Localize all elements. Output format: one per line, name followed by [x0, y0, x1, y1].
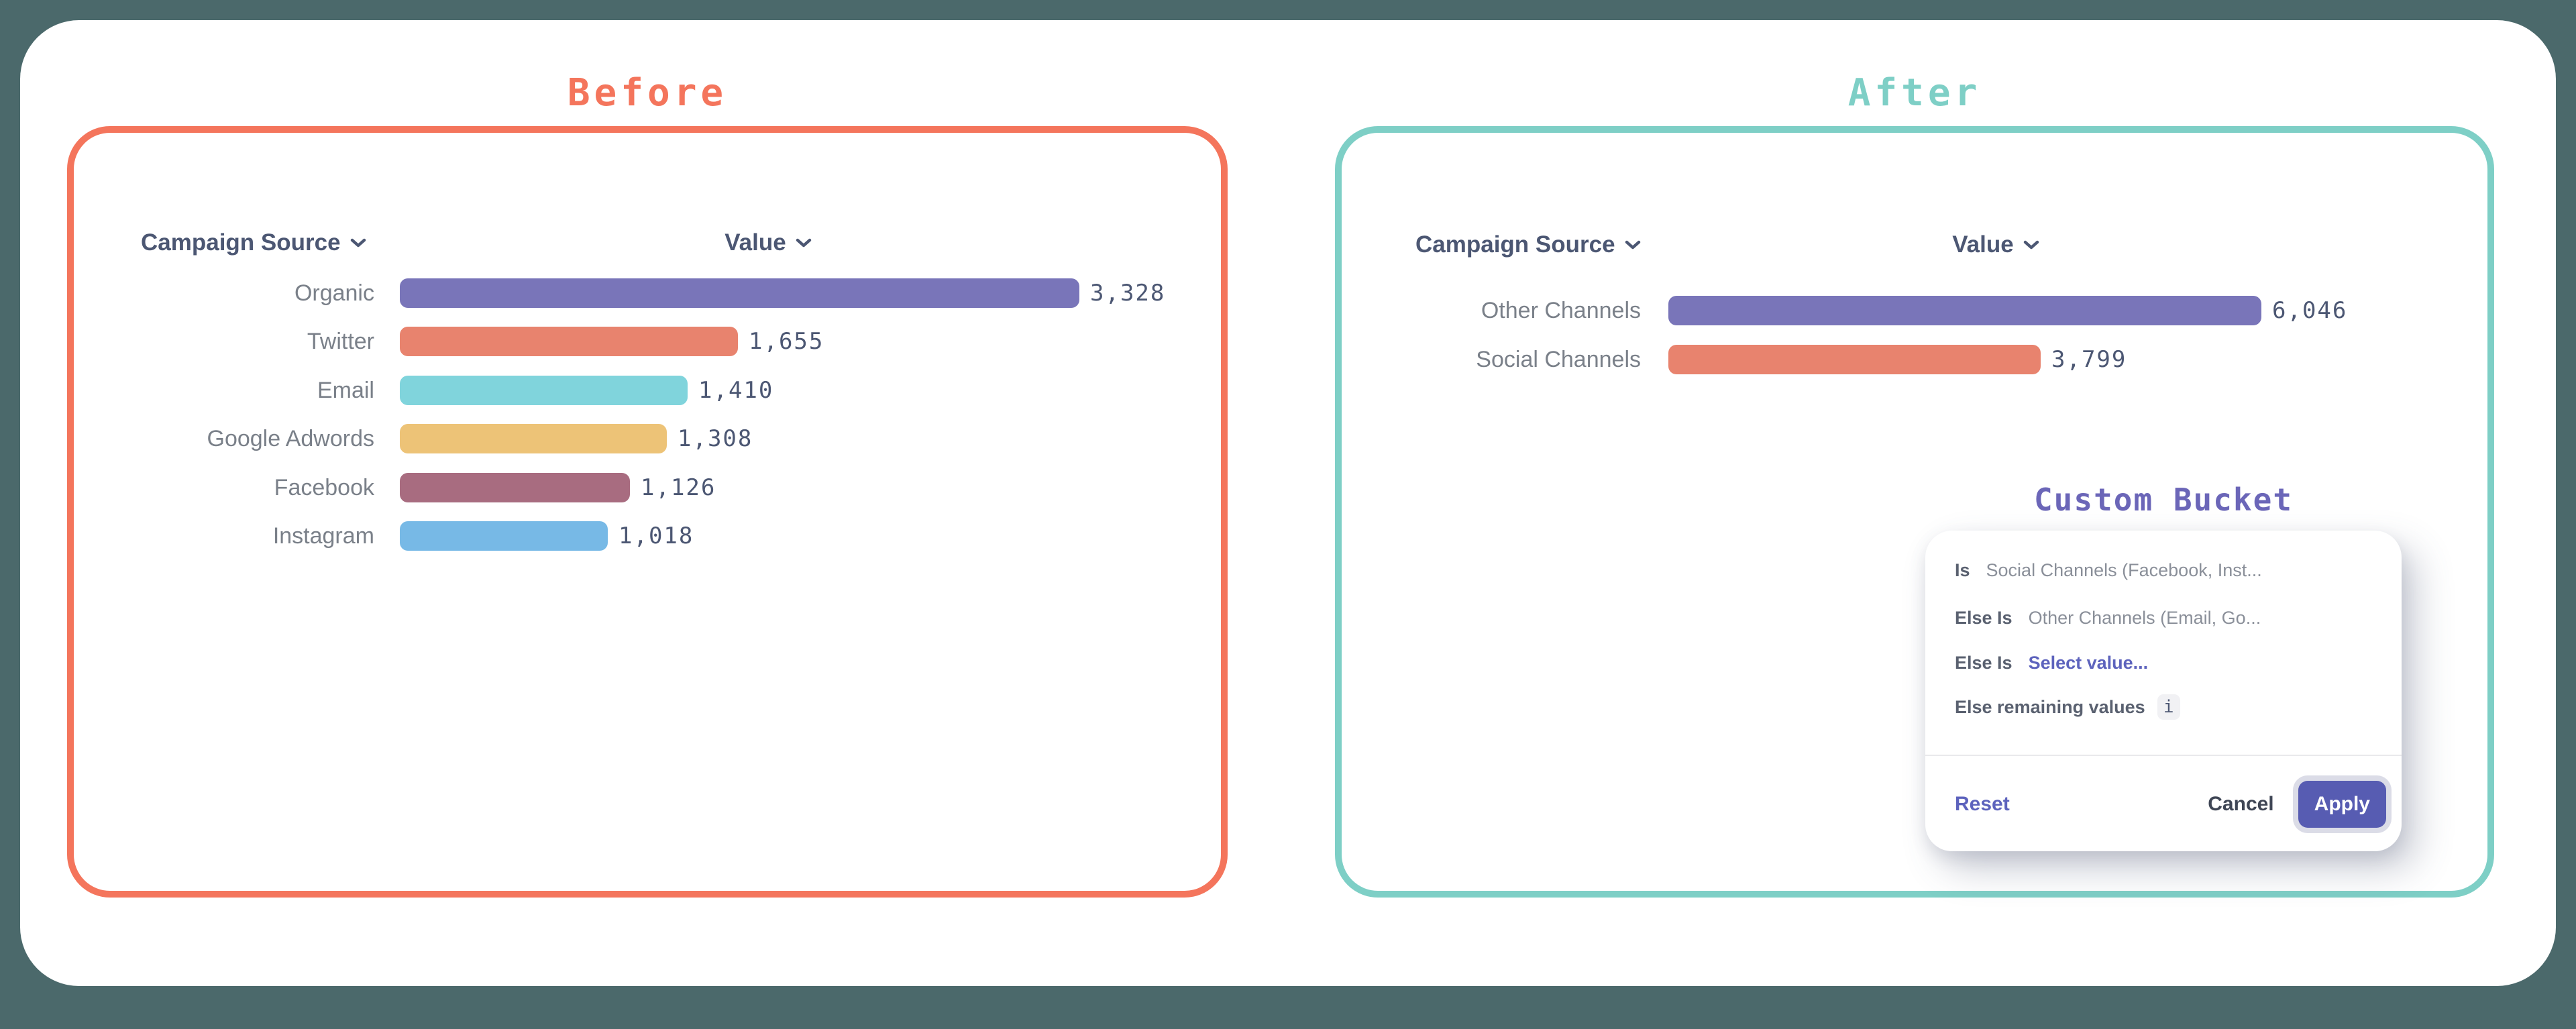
chevron-down-icon	[350, 237, 366, 248]
bar[interactable]	[400, 376, 688, 405]
bar[interactable]	[400, 327, 738, 356]
before-column-header-campaign-source-label: Campaign Source	[141, 227, 341, 259]
bucket-condition-row: Is Social Channels (Facebook, Inst...	[1955, 555, 2377, 585]
table-row: Social Channels 3,799	[1415, 344, 2127, 375]
condition-value[interactable]: Social Channels (Facebook, Inst...	[1986, 560, 2262, 581]
before-column-header-value[interactable]: Value	[691, 227, 845, 259]
apply-button[interactable]: Apply	[2298, 781, 2386, 828]
condition-keyword: Else Is	[1955, 653, 2012, 673]
chevron-down-icon	[1625, 239, 1641, 250]
row-label: Email	[134, 378, 374, 404]
bar[interactable]	[400, 424, 667, 453]
row-label: Facebook	[134, 475, 374, 501]
table-row: Twitter 1,655	[134, 326, 824, 357]
after-title: After	[1335, 70, 2494, 117]
table-row: Instagram 1,018	[134, 521, 694, 551]
table-row: Facebook 1,126	[134, 472, 716, 503]
table-row: Email 1,410	[134, 375, 773, 406]
condition-value[interactable]: Other Channels (Email, Go...	[2029, 608, 2261, 629]
table-row: Google Adwords 1,308	[134, 423, 753, 454]
before-column-header-value-label: Value	[724, 227, 786, 259]
popup-divider	[1925, 755, 2402, 756]
bar-value-label: 3,799	[2051, 346, 2127, 373]
table-row: Other Channels 6,046	[1415, 295, 2347, 326]
bucket-condition-row: Else remaining values i	[1955, 692, 2377, 722]
popup-footer: Reset Cancel Apply	[1955, 771, 2386, 838]
bar-value-label: 1,018	[619, 523, 694, 549]
row-label: Other Channels	[1415, 298, 1641, 324]
info-icon[interactable]: i	[2157, 694, 2180, 720]
table-row: Organic 3,328	[134, 278, 1165, 309]
bar-value-label: 3,328	[1090, 280, 1165, 307]
bucket-condition-row: Else Is Other Channels (Email, Go...	[1955, 603, 2377, 633]
after-column-header-campaign-source[interactable]: Campaign Source	[1415, 229, 1641, 261]
bar-value-label: 1,308	[678, 425, 753, 452]
bar[interactable]	[400, 473, 630, 502]
bucket-condition-row: Else Is Select value...	[1955, 648, 2377, 678]
condition-keyword: Else Is	[1955, 608, 2012, 629]
cancel-button[interactable]: Cancel	[2208, 793, 2273, 816]
row-label: Organic	[134, 280, 374, 307]
select-value-link[interactable]: Select value...	[2029, 653, 2149, 673]
condition-keyword: Else remaining values	[1955, 697, 2145, 718]
row-label: Twitter	[134, 329, 374, 355]
bar-value-label: 1,655	[749, 328, 824, 355]
condition-keyword: Is	[1955, 560, 1970, 581]
bar[interactable]	[1668, 296, 2261, 325]
row-label: Instagram	[134, 523, 374, 549]
reset-button[interactable]: Reset	[1955, 793, 2010, 816]
row-label: Google Adwords	[134, 426, 374, 452]
bar-value-label: 1,126	[641, 474, 716, 501]
comparison-screenshot: Before After Campaign Source Value Campa…	[0, 0, 2576, 1029]
chevron-down-icon	[796, 237, 812, 248]
after-column-header-campaign-source-label: Campaign Source	[1415, 229, 1615, 261]
bar[interactable]	[1668, 345, 2041, 374]
bar[interactable]	[400, 521, 608, 551]
custom-bucket-title: Custom Bucket	[1925, 482, 2402, 518]
bar[interactable]	[400, 278, 1079, 308]
bar-value-label: 6,046	[2272, 297, 2347, 324]
row-label: Social Channels	[1415, 347, 1641, 373]
bar-value-label: 1,410	[698, 377, 773, 404]
before-column-header-campaign-source[interactable]: Campaign Source	[141, 227, 366, 259]
after-column-header-value[interactable]: Value	[1919, 229, 2073, 261]
custom-bucket-popup: Is Social Channels (Facebook, Inst... Else…	[1925, 531, 2402, 851]
after-column-header-value-label: Value	[1952, 229, 2013, 261]
chevron-down-icon	[2023, 239, 2039, 250]
before-title: Before	[67, 70, 1228, 117]
